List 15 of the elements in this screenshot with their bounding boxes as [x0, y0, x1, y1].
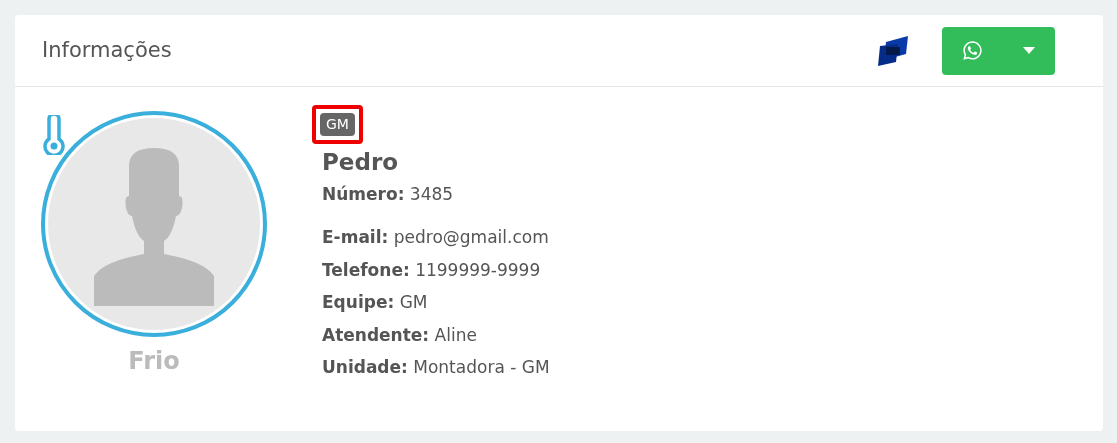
contact-name: Pedro: [322, 148, 400, 177]
thermometer-icon: [42, 115, 66, 155]
info-field: E-mail: pedro@gmail.com: [322, 225, 550, 251]
team-tag: GM: [312, 105, 363, 144]
info-field: Equipe: GM: [322, 290, 550, 316]
info-field: Unidade: Montadora - GM: [322, 355, 550, 381]
whatsapp-button[interactable]: [942, 26, 1055, 75]
contact-number: Número: 3485: [322, 182, 455, 206]
chat-logo-icon: [878, 33, 910, 68]
whatsapp-icon: [962, 40, 983, 61]
info-field: Atendente: Aline: [322, 322, 550, 348]
person-silhouette-icon: [94, 146, 214, 306]
info-field: Telefone: 1199999-9999: [322, 257, 550, 283]
temperature-label: Frio: [128, 346, 180, 377]
card-title: Informações: [42, 36, 173, 64]
